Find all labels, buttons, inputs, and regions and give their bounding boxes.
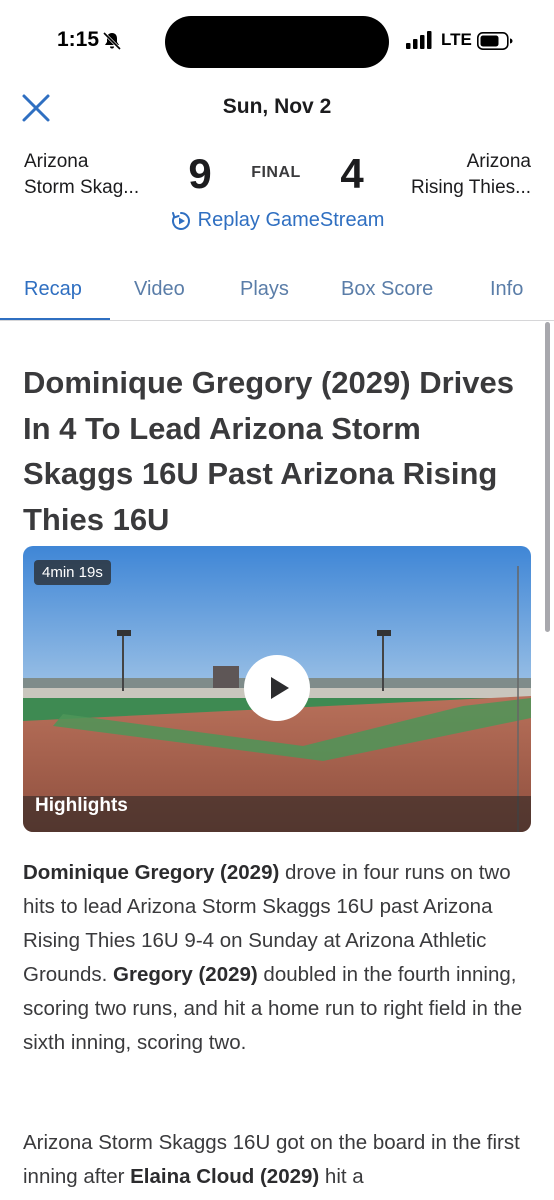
battery-icon bbox=[477, 32, 513, 50]
away-team-name-line1: Arizona bbox=[466, 151, 531, 172]
play-button[interactable] bbox=[244, 655, 310, 721]
replay-icon bbox=[171, 211, 190, 230]
tab-info[interactable]: Info bbox=[490, 278, 523, 301]
article-paragraph: Dominique Gregory (2029) drove in four r… bbox=[23, 856, 531, 1060]
away-score: 4 bbox=[340, 150, 364, 197]
away-team-name[interactable]: Arizona Rising Thies... bbox=[411, 149, 531, 201]
game-status: FINAL bbox=[251, 164, 301, 181]
home-team-name-line1: Arizona bbox=[24, 151, 89, 172]
tab-recap[interactable]: Recap bbox=[24, 278, 82, 301]
tab-divider bbox=[0, 320, 554, 321]
home-team-name[interactable]: Arizona Storm Skag... bbox=[24, 149, 139, 201]
paragraph-text: hit a bbox=[319, 1165, 364, 1188]
game-date: Sun, Nov 2 bbox=[222, 95, 332, 118]
scrollbar[interactable] bbox=[545, 322, 550, 632]
network-type: LTE bbox=[441, 30, 472, 49]
article-paragraph: Arizona Storm Skaggs 16U got on the boar… bbox=[23, 1126, 531, 1194]
video-title: Highlights bbox=[35, 795, 128, 816]
player-name: Elaina Cloud (2029) bbox=[130, 1165, 320, 1188]
video-duration: 4min 19s bbox=[34, 560, 111, 585]
bell-muted-icon bbox=[102, 31, 122, 51]
home-score: 9 bbox=[188, 150, 212, 197]
dynamic-island bbox=[165, 16, 389, 68]
away-team-name-line2: Rising Thies... bbox=[410, 177, 531, 198]
article-headline: Dominique Gregory (2029) Drives In 4 To … bbox=[23, 365, 514, 537]
tab-box-score[interactable]: Box Score bbox=[341, 278, 433, 301]
play-icon bbox=[271, 677, 289, 699]
status-bar: 1:15 LTE bbox=[0, 0, 554, 84]
signal-icon bbox=[406, 31, 432, 49]
home-team-name-line2: Storm Skag... bbox=[24, 177, 140, 198]
replay-gamestream-link[interactable]: Replay GameStream bbox=[0, 209, 554, 238]
highlights-video[interactable]: 4min 19s Highlights bbox=[23, 546, 531, 832]
tab-plays[interactable]: Plays bbox=[240, 278, 289, 301]
tab-video[interactable]: Video bbox=[134, 278, 185, 301]
status-time: 1:15 bbox=[57, 28, 100, 51]
tab-bar: Recap Video Plays Box Score Info bbox=[0, 264, 554, 320]
replay-label: Replay GameStream bbox=[197, 209, 385, 231]
player-name: Dominique Gregory (2029) bbox=[23, 861, 280, 884]
player-name: Gregory (2029) bbox=[113, 963, 258, 986]
